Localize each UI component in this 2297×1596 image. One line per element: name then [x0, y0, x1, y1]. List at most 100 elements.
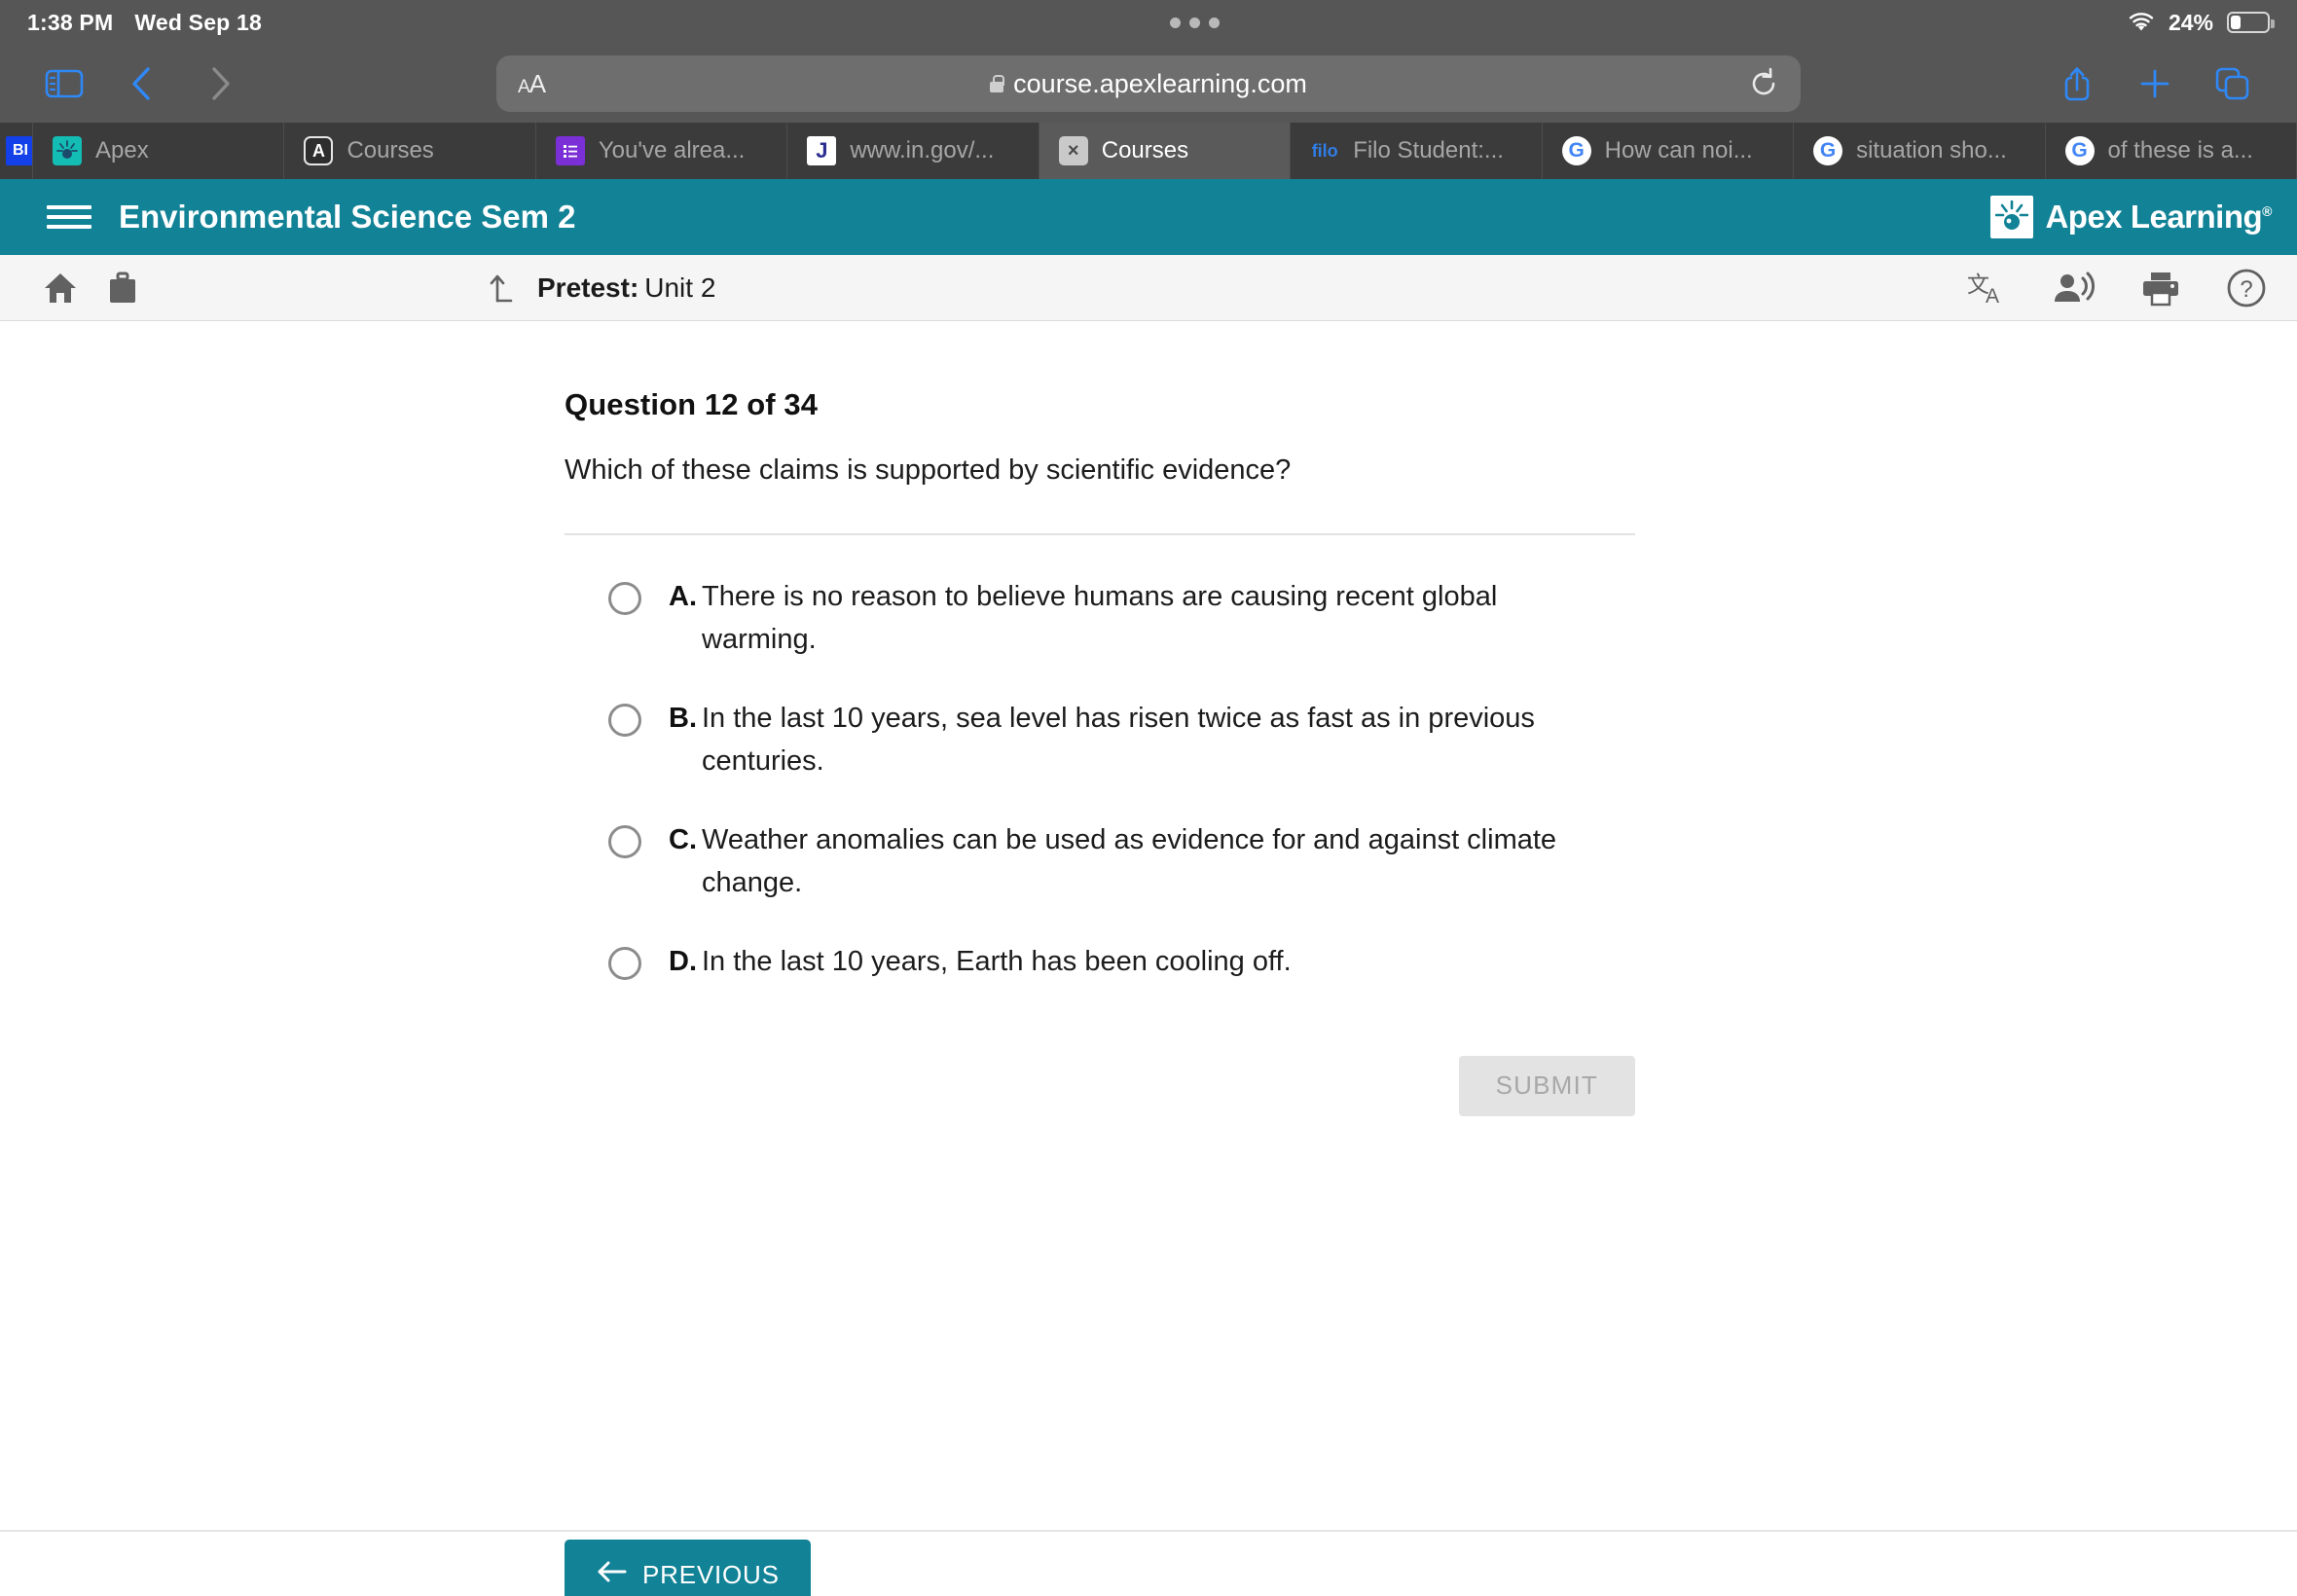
app-header: Environmental Science Sem 2 Apex Learnin…	[0, 179, 2297, 255]
breadcrumb: Pretest: Unit 2	[487, 270, 715, 307]
toolbar-actions: 文A ?	[1966, 267, 2268, 309]
question-heading: Question 12 of 34	[565, 387, 819, 421]
breadcrumb-text: Pretest: Unit 2	[537, 272, 715, 304]
choice-text: In the last 10 years, sea level has rise…	[702, 703, 1535, 777]
svg-text:?: ?	[2240, 276, 2252, 303]
choice-text: In the last 10 years, Earth has been coo…	[702, 946, 1292, 977]
navigation-footer: PREVIOUS	[0, 1530, 2297, 1596]
question-container: Question 12 of 34 Which of these claims …	[565, 321, 1635, 1116]
tab-overview-icon[interactable]	[2198, 56, 2268, 111]
apex-favicon	[53, 136, 82, 165]
choice-text: There is no reason to believe humans are…	[702, 581, 1498, 655]
forward-chevron-icon	[185, 56, 255, 111]
answer-choice-list: A. There is no reason to believe humans …	[565, 576, 1635, 984]
tab-filo-student[interactable]: filo Filo Student:...	[1291, 123, 1543, 179]
filo-favicon: filo	[1311, 140, 1338, 161]
previous-button-label: PREVIOUS	[642, 1559, 780, 1589]
back-chevron-icon[interactable]	[107, 56, 177, 111]
tab-label: Courses	[346, 137, 434, 163]
activity-name-label: Unit 2	[644, 272, 716, 303]
choice-letter: B.	[669, 703, 697, 734]
question-prompt: Which of these claims is supported by sc…	[565, 454, 1292, 486]
answer-choice-c[interactable]: C. Weather anomalies can be used as evid…	[608, 819, 1635, 904]
status-time: 1:38 PM	[27, 9, 114, 35]
tab-bi[interactable]: BI	[0, 123, 33, 179]
tab-label: www.in.gov/...	[850, 137, 995, 163]
battery-percent-label: 24%	[2168, 9, 2213, 35]
previous-button[interactable]: PREVIOUS	[565, 1540, 811, 1596]
battery-icon	[2227, 12, 2275, 33]
choice-text: Weather anomalies can be used as evidenc…	[702, 824, 1557, 898]
plus-icon[interactable]	[2120, 56, 2190, 111]
in-gov-favicon: J	[807, 136, 837, 165]
sidebar-toggle-icon[interactable]	[29, 56, 99, 111]
status-date: Wed Sep 18	[134, 9, 263, 35]
activity-type-label: Pretest:	[537, 272, 639, 303]
tab-label: How can noi...	[1604, 137, 1753, 163]
tab-label: Courses	[1101, 137, 1189, 163]
tab-courses-active[interactable]: × Courses	[1039, 123, 1292, 179]
google-favicon: G	[1813, 136, 1843, 165]
url-text: course.apexlearning.com	[1013, 68, 1307, 98]
activity-toolbar: Pretest: Unit 2 文A ?	[0, 255, 2297, 321]
print-icon[interactable]	[2139, 269, 2182, 308]
svg-text:A: A	[1986, 285, 1999, 308]
page-title: Environmental Science Sem 2	[119, 199, 576, 235]
apex-logo-mark	[1990, 196, 2034, 238]
tab-label: Apex	[95, 137, 149, 163]
close-icon[interactable]: ×	[1058, 136, 1088, 165]
tab-label: of these is a...	[2107, 137, 2253, 163]
translate-icon[interactable]: 文A	[1966, 268, 2009, 308]
help-icon[interactable]: ?	[2225, 267, 2268, 309]
tab-google-2[interactable]: G situation sho...	[1794, 123, 2046, 179]
hamburger-menu-icon[interactable]	[47, 205, 91, 229]
choice-letter: C.	[669, 824, 697, 855]
radio-button-a[interactable]	[608, 582, 641, 615]
tab-label: You've alrea...	[598, 137, 746, 163]
google-forms-favicon	[555, 136, 585, 165]
browser-toolbar: AA course.apexlearning.com	[0, 45, 2297, 123]
status-bar-right: 24%	[2128, 9, 2275, 36]
home-icon[interactable]	[41, 270, 80, 307]
reload-icon[interactable]	[1748, 67, 1779, 100]
apex-logo-text: Apex Learning®	[2045, 199, 2272, 235]
question-content-area: Question 12 of 34 Which of these claims …	[0, 321, 2297, 1530]
lock-icon	[990, 75, 1005, 92]
bi-favicon: BI	[6, 136, 32, 165]
radio-button-d[interactable]	[608, 947, 641, 980]
answer-choice-d[interactable]: D. In the last 10 years, Earth has been …	[608, 941, 1635, 984]
status-bar-left: 1:38 PM Wed Sep 18	[27, 10, 262, 36]
apex-learning-logo: Apex Learning®	[1990, 196, 2272, 238]
tab-google-forms[interactable]: You've alrea...	[536, 123, 788, 179]
up-level-arrow-icon[interactable]	[487, 270, 520, 307]
google-favicon: G	[2064, 136, 2095, 165]
radio-button-c[interactable]	[608, 825, 641, 858]
answer-choice-b[interactable]: B. In the last 10 years, sea level has r…	[608, 698, 1635, 782]
tab-label: Filo Student:...	[1353, 137, 1504, 163]
address-bar[interactable]: AA course.apexlearning.com	[496, 55, 1801, 112]
multitask-dots-icon[interactable]	[1169, 17, 1220, 28]
tab-courses-1[interactable]: A Courses	[284, 123, 536, 179]
divider	[565, 533, 1635, 535]
text-size-button[interactable]: AA	[518, 69, 546, 99]
briefcase-icon[interactable]	[105, 270, 140, 307]
choice-letter: A.	[669, 581, 697, 612]
tab-in-gov[interactable]: J www.in.gov/...	[787, 123, 1039, 179]
wifi-icon	[2128, 12, 2155, 33]
choice-letter: D.	[669, 946, 697, 977]
tab-label: situation sho...	[1856, 137, 2007, 163]
answer-choice-a[interactable]: A. There is no reason to believe humans …	[608, 576, 1635, 661]
apex-a-favicon: A	[304, 136, 334, 165]
tab-apex[interactable]: Apex	[33, 123, 285, 179]
browser-tab-bar: BI Apex A Courses You've alrea... J www.…	[0, 123, 2297, 179]
submit-row: SUBMIT	[565, 1055, 1635, 1116]
left-arrow-icon	[596, 1559, 629, 1591]
tab-google-3[interactable]: G of these is a...	[2046, 123, 2297, 179]
ios-status-bar: 1:38 PM Wed Sep 18 24%	[0, 0, 2297, 45]
radio-button-b[interactable]	[608, 704, 641, 737]
tab-google-1[interactable]: G How can noi...	[1543, 123, 1795, 179]
share-icon[interactable]	[2042, 56, 2112, 111]
read-aloud-icon[interactable]	[2052, 269, 2096, 308]
submit-button[interactable]: SUBMIT	[1458, 1055, 1635, 1116]
google-favicon: G	[1561, 136, 1591, 165]
